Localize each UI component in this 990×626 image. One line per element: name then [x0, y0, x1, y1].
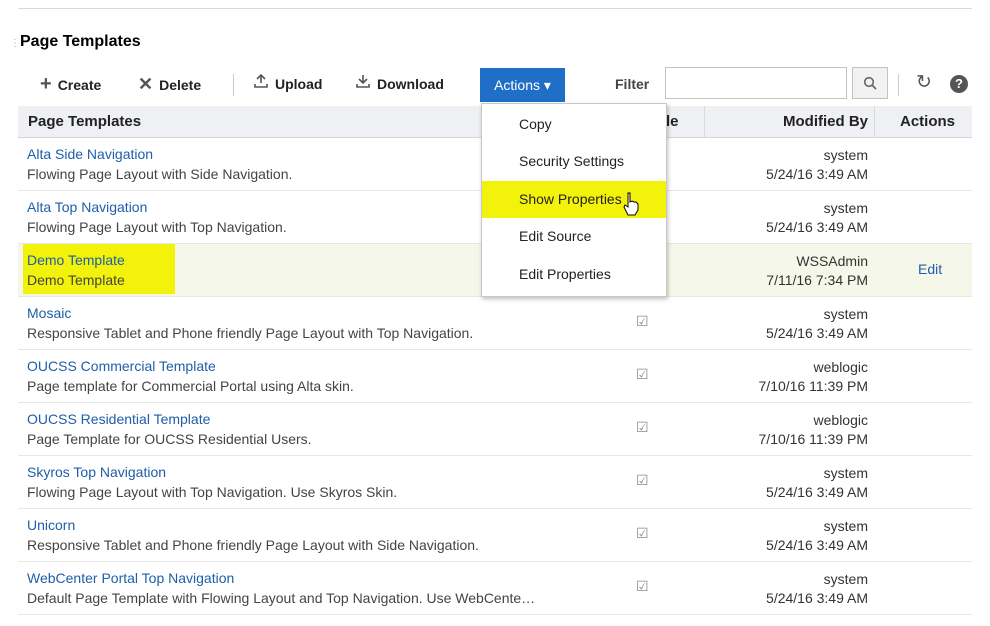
- template-name-link[interactable]: Mosaic: [27, 305, 71, 321]
- template-description: Flowing Page Layout with Top Navigation.…: [27, 484, 398, 500]
- download-button[interactable]: Download: [355, 66, 444, 102]
- table-row[interactable]: Mosaic Responsive Tablet and Phone frien…: [18, 297, 972, 350]
- template-name-link[interactable]: Demo Template: [27, 252, 125, 268]
- plus-icon: +: [40, 73, 52, 95]
- menu-item-security-settings[interactable]: Security Settings: [482, 143, 666, 180]
- filter-label: Filter: [615, 76, 650, 92]
- checkmark-icon: ☑: [636, 472, 649, 488]
- template-name-link[interactable]: Unicorn: [27, 517, 75, 533]
- delete-x-icon: ✕: [138, 74, 154, 94]
- checkmark-icon: ☑: [636, 366, 649, 382]
- modified-info: system 5/24/16 3:49 AM: [766, 518, 868, 553]
- edit-link[interactable]: Edit: [918, 261, 942, 277]
- col-header-modified-by[interactable]: Modified By: [708, 106, 868, 137]
- modified-info: system 5/24/16 3:49 AM: [766, 147, 868, 182]
- template-description: Flowing Page Layout with Side Navigation…: [27, 166, 293, 182]
- table-row[interactable]: WebCenter Portal Top Navigation Default …: [18, 562, 972, 615]
- page-title-text: Page Templates: [20, 33, 141, 50]
- template-description: Page Template for OUCSS Residential User…: [27, 431, 312, 447]
- create-button[interactable]: + Create: [40, 66, 101, 102]
- search-button[interactable]: [852, 67, 888, 99]
- modified-info: system 5/24/16 3:49 AM: [766, 571, 868, 606]
- drag-grip-icon[interactable]: ⋮: [10, 38, 20, 49]
- template-description: Page template for Commercial Portal usin…: [27, 378, 354, 394]
- filter-input[interactable]: [665, 67, 847, 99]
- upload-icon: [253, 66, 269, 102]
- modified-info: system 5/24/16 3:49 AM: [766, 465, 868, 500]
- menu-item-copy[interactable]: Copy: [482, 106, 666, 143]
- checkmark-icon: ☑: [636, 419, 649, 435]
- delete-button[interactable]: ✕ Delete: [138, 66, 201, 102]
- toolbar: + Create ✕ Delete Upload Download Actions …: [18, 66, 972, 102]
- template-name-link[interactable]: Alta Side Navigation: [27, 146, 153, 162]
- menu-item-edit-properties[interactable]: Edit Properties: [482, 256, 666, 293]
- menu-item-edit-source[interactable]: Edit Source: [482, 218, 666, 255]
- table-row[interactable]: Skyros Top Navigation Flowing Page Layou…: [18, 456, 972, 509]
- table-row[interactable]: Unicorn Responsive Tablet and Phone frie…: [18, 509, 972, 562]
- template-name-link[interactable]: WebCenter Portal Top Navigation: [27, 570, 234, 586]
- hand-pointer-icon: [623, 192, 639, 216]
- template-description: Responsive Tablet and Phone friendly Pag…: [27, 537, 479, 553]
- template-description: Flowing Page Layout with Top Navigation.: [27, 219, 287, 235]
- modified-info: system 5/24/16 3:49 AM: [766, 200, 868, 235]
- column-divider: [874, 106, 875, 137]
- modified-info: WSSAdmin 7/11/16 7:34 PM: [766, 253, 868, 288]
- refresh-button[interactable]: ↻: [912, 68, 936, 98]
- col-header-available[interactable]: le: [666, 106, 679, 137]
- col-header-actions: Actions: [900, 113, 956, 130]
- template-description: Demo Template: [27, 272, 125, 288]
- actions-menu-button[interactable]: Actions ▾: [480, 68, 565, 102]
- template-name-link[interactable]: OUCSS Commercial Template: [27, 358, 216, 374]
- col-header-name[interactable]: Page Templates: [28, 106, 141, 137]
- modified-info: weblogic 7/10/16 11:39 PM: [758, 359, 868, 394]
- modified-info: weblogic 7/10/16 11:39 PM: [758, 412, 868, 447]
- template-name-link[interactable]: Skyros Top Navigation: [27, 464, 166, 480]
- toolbar-separator: [233, 74, 234, 96]
- table-row[interactable]: OUCSS Residential Template Page Template…: [18, 403, 972, 456]
- template-name-link[interactable]: OUCSS Residential Template: [27, 411, 210, 427]
- upload-button[interactable]: Upload: [253, 66, 322, 102]
- template-description: Responsive Tablet and Phone friendly Pag…: [27, 325, 474, 341]
- refresh-icon: ↻: [916, 72, 932, 93]
- top-divider: [18, 8, 972, 9]
- download-icon: [355, 66, 371, 102]
- checkmark-icon: ☑: [636, 578, 649, 594]
- checkmark-icon: ☑: [636, 313, 649, 329]
- page-title: ⋮Page Templates: [10, 33, 141, 51]
- help-icon[interactable]: ?: [950, 75, 968, 93]
- template-description: Default Page Template with Flowing Layou…: [27, 590, 536, 606]
- template-name-link[interactable]: Alta Top Navigation: [27, 199, 147, 215]
- search-icon: [863, 76, 877, 90]
- checkmark-icon: ☑: [636, 525, 649, 541]
- table-row[interactable]: OUCSS Commercial Template Page template …: [18, 350, 972, 403]
- toolbar-separator: [898, 74, 899, 96]
- column-divider: [704, 106, 705, 137]
- modified-info: system 5/24/16 3:49 AM: [766, 306, 868, 341]
